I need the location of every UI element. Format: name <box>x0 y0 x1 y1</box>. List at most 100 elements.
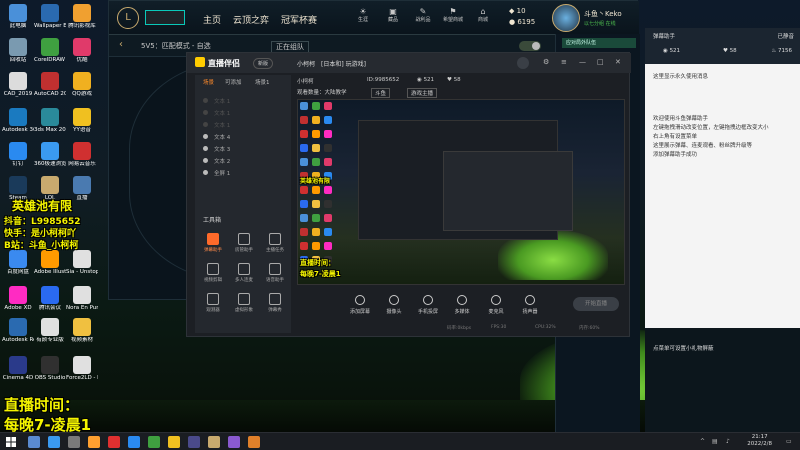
tool-button[interactable]: 视频剪辑 <box>199 263 227 289</box>
layer-item[interactable]: 文本 1 <box>203 109 230 117</box>
tool-button[interactable]: 多人连麦 <box>230 263 258 289</box>
desktop-icon[interactable]: 腾讯影视库 <box>66 4 98 40</box>
tool-button[interactable]: 弹幕秀 <box>261 293 289 319</box>
desktop-icon[interactable]: 此电脑 <box>2 4 34 40</box>
maximize-icon[interactable]: □ <box>597 58 604 66</box>
lol-nav-tft[interactable]: 云顶之弈 <box>233 13 269 26</box>
eye-icon[interactable] <box>203 98 208 103</box>
desktop-icon[interactable]: QQ游戏 <box>66 72 98 108</box>
desktop-icon[interactable]: 网易云音乐 <box>66 142 98 178</box>
wechat-icon[interactable] <box>148 436 160 448</box>
lol-nav-clash[interactable]: 冠军杯赛 <box>281 13 317 26</box>
desktop-icon[interactable]: 百度网盘 <box>2 250 34 286</box>
desktop-icon[interactable]: CorelDRAW 2020 (64... <box>34 38 66 74</box>
tool-button[interactable]: 语音助手 <box>261 263 289 289</box>
avatar[interactable] <box>552 4 580 32</box>
eye-icon[interactable] <box>203 134 208 139</box>
tray-volume-icon[interactable]: ♪ <box>726 438 730 445</box>
stream-app-icon[interactable] <box>248 436 260 448</box>
lol-collection-button[interactable]: ▣ 藏品 <box>383 7 403 23</box>
desktop-icon[interactable]: 回收站 <box>2 38 34 74</box>
desktop-icon[interactable]: Cinema 4D <box>2 356 34 392</box>
search-icon[interactable] <box>28 436 40 448</box>
tool-button[interactable]: 主播任务 <box>261 233 289 259</box>
lol-icon[interactable] <box>208 436 220 448</box>
desktop-icon[interactable]: 有颜专业版 <box>34 318 66 354</box>
tool-button[interactable]: 观测器 <box>199 293 227 319</box>
desktop-icon[interactable]: 3ds Max 2019 <box>34 108 66 144</box>
desktop-icon[interactable]: CAD_2019 <box>2 72 34 108</box>
tool-button[interactable]: 弹幕助手 <box>199 233 227 259</box>
desktop-icon[interactable]: Autodesk 360 通讯器 <box>2 108 34 144</box>
eye-icon[interactable] <box>203 146 208 151</box>
stream-room-title[interactable]: [日本和] 玩游戏] <box>321 59 366 68</box>
close-icon[interactable]: ✕ <box>615 58 621 66</box>
stream-source-button[interactable]: 手机投屏 <box>411 295 445 315</box>
lol-play-button[interactable] <box>145 10 185 25</box>
eye-icon[interactable] <box>203 110 208 115</box>
media-icon[interactable] <box>108 436 120 448</box>
settings-icon[interactable]: ⚙ <box>543 58 549 66</box>
folder-icon[interactable] <box>88 436 100 448</box>
layer-item[interactable]: 文本 1 <box>203 97 230 105</box>
desktop-icon[interactable]: 钉钉 <box>2 142 34 178</box>
desktop-icon[interactable]: Nora En Pure - La... <box>66 286 98 322</box>
desktop-icon[interactable]: Wallpaper Engine:... <box>34 4 66 40</box>
desktop-icon[interactable]: 优酷 <box>66 38 98 74</box>
layer-item[interactable]: 文本 3 <box>203 145 230 153</box>
desktop-icon[interactable]: 视频素材 <box>66 318 98 354</box>
lol-logo-icon[interactable]: L <box>117 7 139 29</box>
minimize-icon[interactable]: — <box>579 58 586 66</box>
stream-avatar[interactable] <box>517 57 529 69</box>
desktop-icon[interactable]: Autodesk ReCap <box>2 318 34 354</box>
qq-icon[interactable] <box>168 436 180 448</box>
premiere-icon[interactable] <box>188 436 200 448</box>
taskbar-clock[interactable]: 21:17 2022/2/8 <box>747 434 772 448</box>
tray-chevron-icon[interactable]: ^ <box>700 438 705 445</box>
windows-start-icon[interactable] <box>6 437 16 447</box>
desktop-icon[interactable]: 360极速浏览器 <box>34 142 66 178</box>
stream-source-button[interactable]: 摄像头 <box>377 295 411 315</box>
stream-preview[interactable]: 英雄池有限 直播时间： 每晚7-凌晨1 <box>297 99 625 285</box>
tab-addable[interactable]: 可添加 <box>225 78 242 86</box>
lol-profile-button[interactable]: ☀ 生涯 <box>353 7 373 23</box>
desktop-icon[interactable]: Force2LD - FMix Chin... <box>66 356 98 392</box>
tray-network-icon[interactable]: ▤ <box>712 438 718 445</box>
eye-icon[interactable] <box>203 170 208 175</box>
desktop-icon[interactable]: Sia - Unstoppa... <box>66 250 98 286</box>
stream-tag-host[interactable]: 游戏主播 <box>407 88 438 98</box>
layer-item[interactable]: 文本 4 <box>203 133 230 141</box>
browser-icon[interactable] <box>48 436 60 448</box>
desktop-icon[interactable]: AutoCAD 2019 - 简... <box>34 72 66 108</box>
layer-item[interactable]: 文本 1 <box>203 121 230 129</box>
menu-icon[interactable]: ≡ <box>561 58 567 66</box>
start-stream-button[interactable]: 开始直播 <box>573 297 619 311</box>
lol-nav-home[interactable]: 主页 <box>203 13 221 26</box>
stream-version-badge[interactable]: 新版 <box>253 58 274 69</box>
lol-store-button[interactable]: ⌂ 商城 <box>473 7 493 23</box>
chat-icon[interactable] <box>128 436 140 448</box>
back-arrow-icon[interactable]: ‹ <box>119 39 123 50</box>
explorer-icon[interactable] <box>68 436 80 448</box>
stream-source-button[interactable]: 多媒体 <box>445 295 479 315</box>
eye-icon[interactable] <box>203 158 208 163</box>
desktop-icon[interactable]: YY语音 <box>66 108 98 144</box>
tool-button[interactable]: 房管助手 <box>230 233 258 259</box>
layer-item[interactable]: 文本 2 <box>203 157 230 165</box>
stream-tag-douyu[interactable]: 斗鱼 <box>371 88 391 98</box>
stream-category[interactable]: 观看数量：大陆教学 <box>297 88 347 96</box>
layer-item[interactable]: 全屏 1 <box>203 169 230 177</box>
lol-toggle[interactable] <box>519 41 541 51</box>
desktop-icon[interactable]: 腾讯会议 <box>34 286 66 322</box>
desktop-icon[interactable]: Adobe XD <box>2 286 34 322</box>
lol-wish-button[interactable]: ⚑ 希望商城 <box>443 7 463 23</box>
helper-mute-status[interactable]: 已静音 <box>777 32 794 40</box>
desktop-icon[interactable]: OBS Studio <box>34 356 66 392</box>
tab-scene-1[interactable]: 场景1 <box>255 78 270 86</box>
tool-button[interactable]: 虚拟形象 <box>230 293 258 319</box>
video-icon[interactable] <box>228 436 240 448</box>
eye-icon[interactable] <box>203 122 208 127</box>
stream-source-button[interactable]: 扬声器 <box>513 295 547 315</box>
stream-source-button[interactable]: 麦克风 <box>479 295 513 315</box>
tab-scene[interactable]: 场景 <box>203 78 214 86</box>
